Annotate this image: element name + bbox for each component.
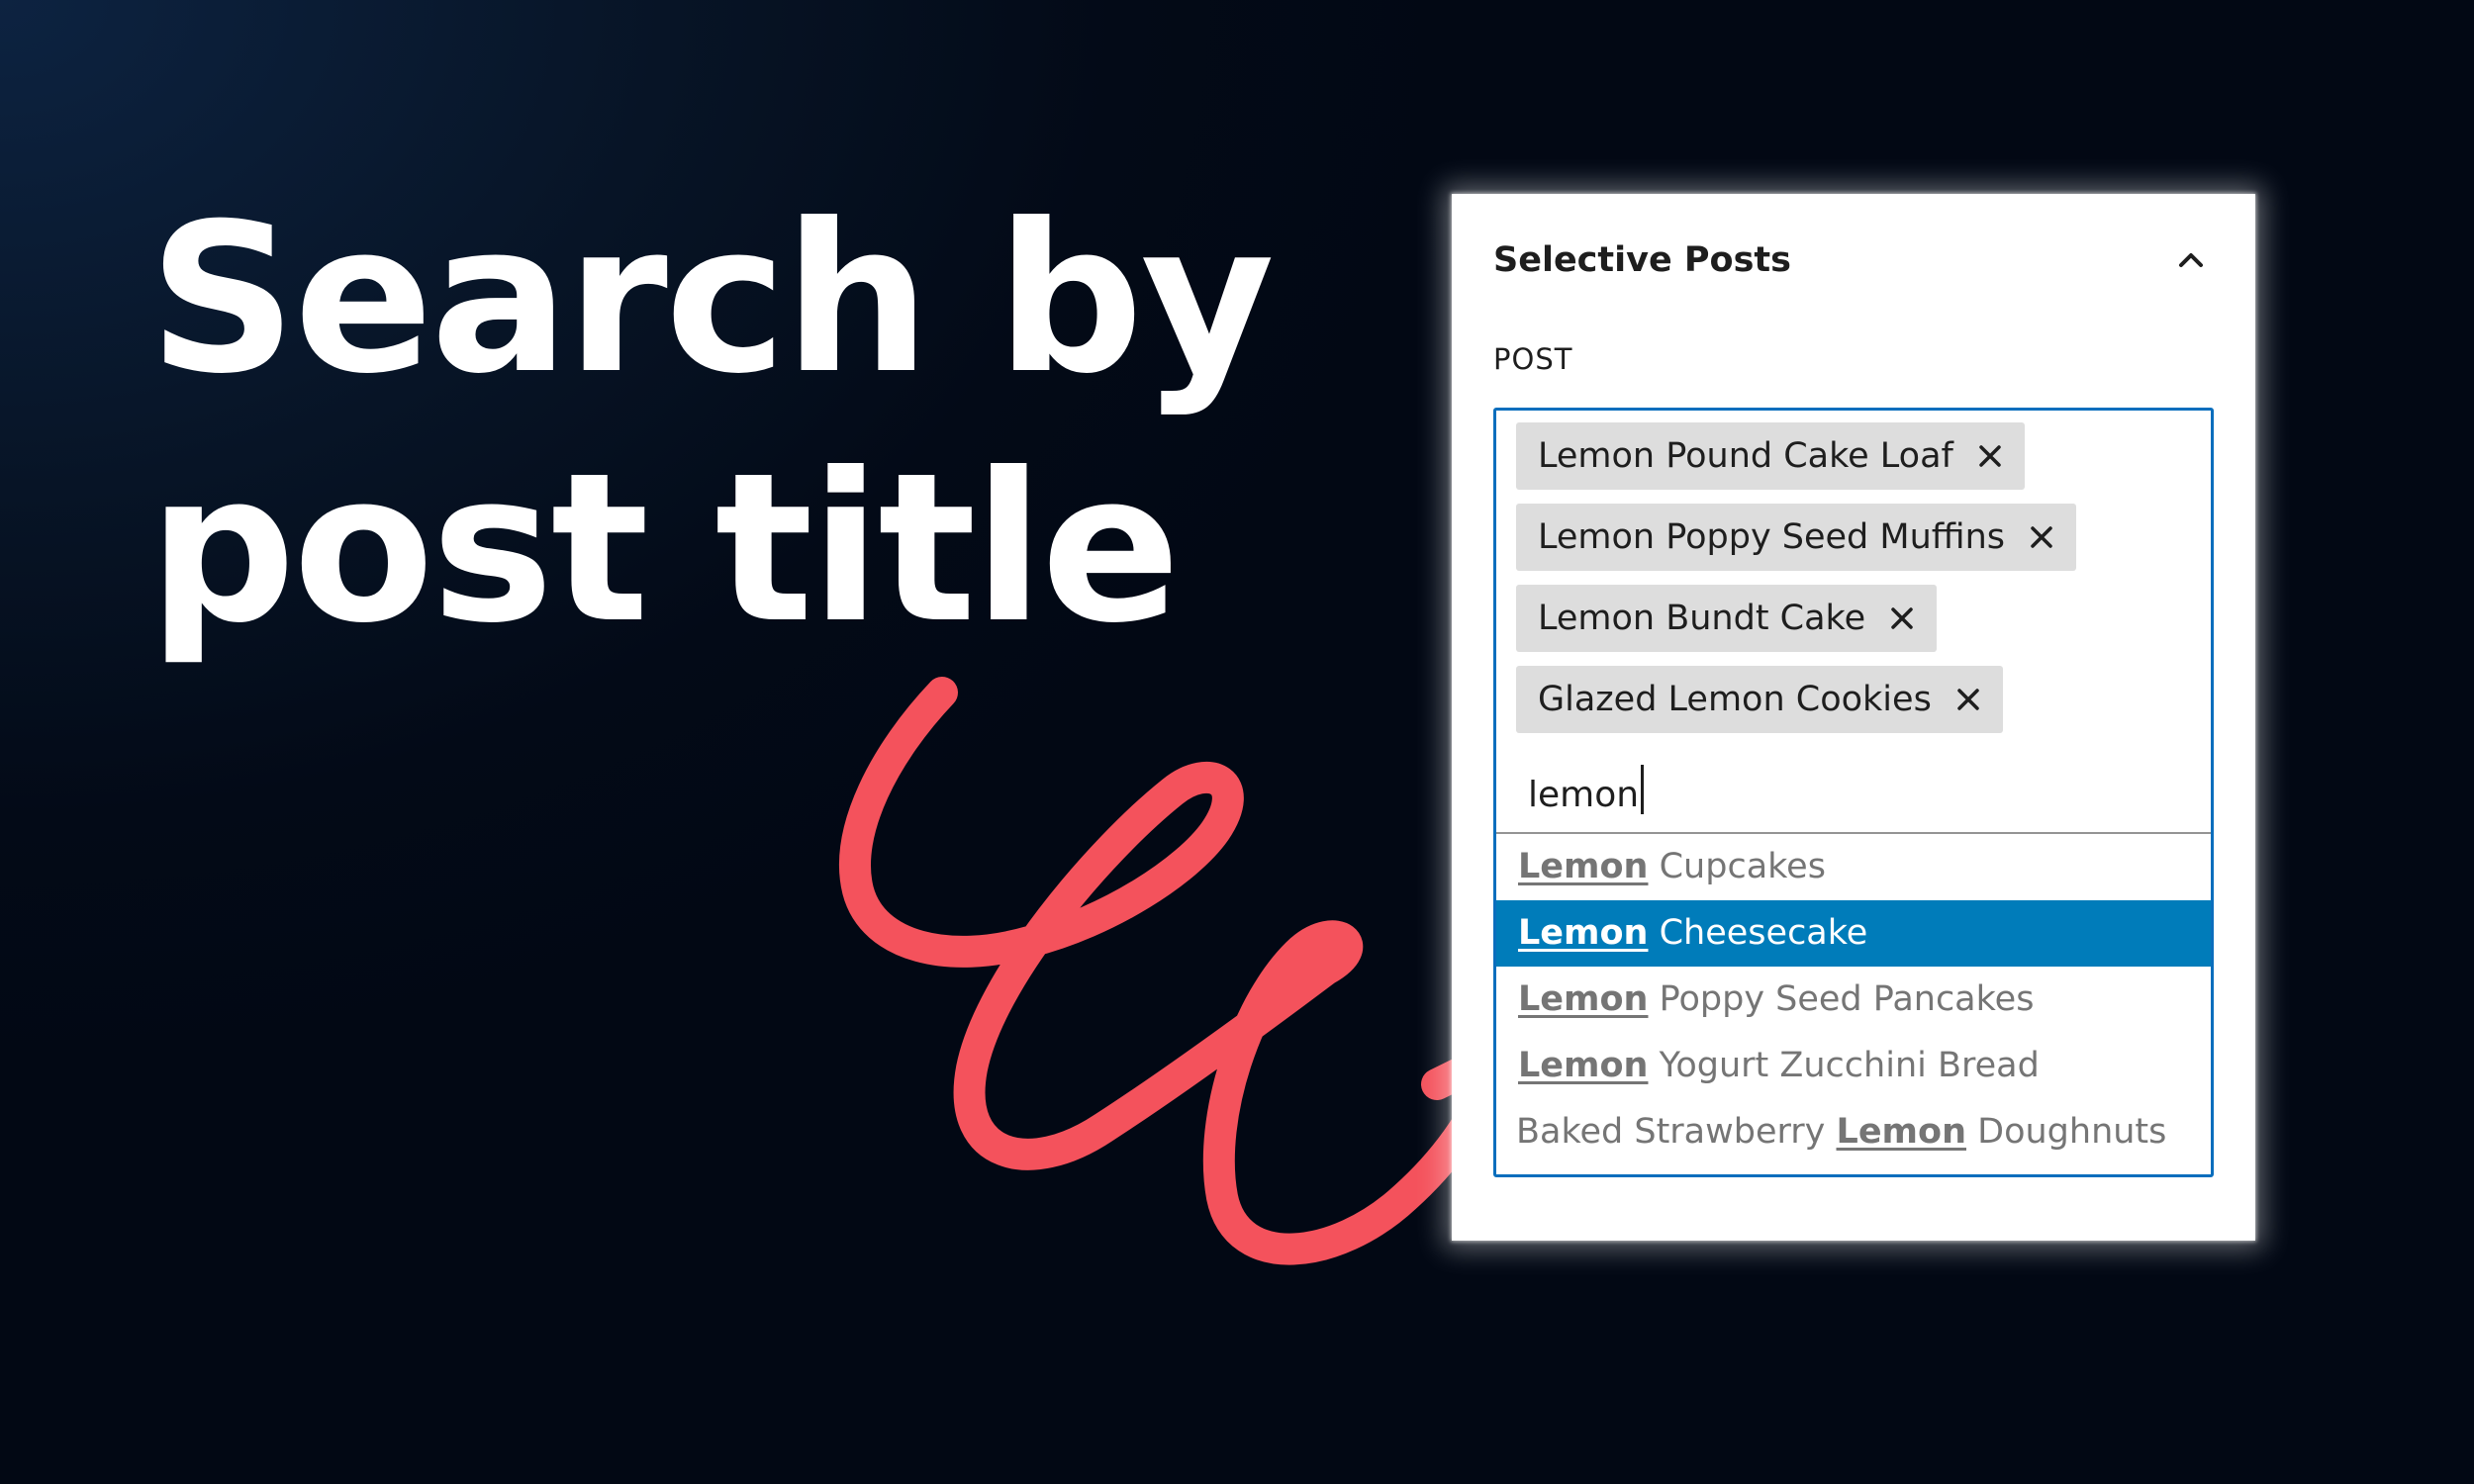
token-label: Lemon Pound Cake Loaf	[1538, 436, 1953, 476]
close-icon	[1979, 445, 2001, 467]
panel-header[interactable]: Selective Posts	[1493, 235, 2214, 285]
suggestion-item[interactable]: Lemon Yogurt Zucchini Bread	[1496, 1033, 2211, 1099]
token: Lemon Pound Cake Loaf	[1516, 422, 2025, 490]
headline-line-2: post title	[148, 428, 1181, 669]
selective-posts-panel: Selective Posts POST Lemon Pound Cake Lo…	[1452, 194, 2255, 1241]
chevron-up-icon	[2179, 253, 2203, 267]
post-field-label: POST	[1493, 342, 1573, 376]
close-icon	[1891, 607, 1913, 629]
remove-token-button[interactable]	[1951, 683, 1985, 716]
suggestion-text-after: Yogurt Zucchini Bread	[1648, 1046, 2040, 1085]
post-search-input[interactable]	[1528, 767, 2161, 822]
suggestion-text-before: Baked Strawberry	[1516, 1112, 1837, 1152]
headline-line-1: Search by	[148, 180, 1275, 419]
suggestion-list: Lemon Cupcakes Lemon Cheesecake Lemon Po…	[1496, 832, 2211, 1165]
close-icon	[1957, 689, 1979, 710]
remove-token-button[interactable]	[1885, 602, 1919, 635]
suggestion-text-after: Poppy Seed Pancakes	[1648, 979, 2035, 1019]
text-caret	[1641, 765, 1645, 814]
suggestion-item[interactable]: Lemon Poppy Seed Pancakes	[1496, 967, 2211, 1033]
token-label: Glazed Lemon Cookies	[1538, 680, 1932, 719]
panel-title: Selective Posts	[1493, 240, 1791, 280]
suggestion-match: Lemon	[1518, 847, 1649, 886]
token: Glazed Lemon Cookies	[1516, 666, 2003, 733]
suggestion-match: Lemon	[1518, 979, 1649, 1019]
suggestion-match: Lemon	[1518, 1046, 1649, 1085]
suggestion-match: Lemon	[1518, 913, 1649, 953]
headline: Search by post title	[148, 176, 1275, 674]
suggestion-item[interactable]: Lemon Cupcakes	[1496, 834, 2211, 900]
post-token-field[interactable]: Lemon Pound Cake Loaf Lemon Poppy Seed M…	[1493, 408, 2214, 1177]
collapse-panel-button[interactable]	[2168, 237, 2214, 283]
suggestion-text-after: Cheesecake	[1648, 913, 1868, 953]
token-label: Lemon Poppy Seed Muffins	[1538, 517, 2006, 557]
suggestion-item-selected[interactable]: Lemon Cheesecake	[1496, 900, 2211, 967]
suggestion-match: Lemon	[1836, 1112, 1966, 1152]
suggestion-text-after: Cupcakes	[1648, 847, 1826, 886]
remove-token-button[interactable]	[2025, 520, 2058, 554]
token: Lemon Poppy Seed Muffins	[1516, 504, 2077, 571]
remove-token-button[interactable]	[1973, 439, 2007, 473]
token-label: Lemon Bundt Cake	[1538, 599, 1866, 638]
suggestion-text-after: Doughnuts	[1966, 1112, 2167, 1152]
token: Lemon Bundt Cake	[1516, 585, 1938, 652]
suggestion-item[interactable]: Baked Strawberry Lemon Doughnuts	[1496, 1099, 2211, 1165]
close-icon	[2031, 526, 2052, 548]
